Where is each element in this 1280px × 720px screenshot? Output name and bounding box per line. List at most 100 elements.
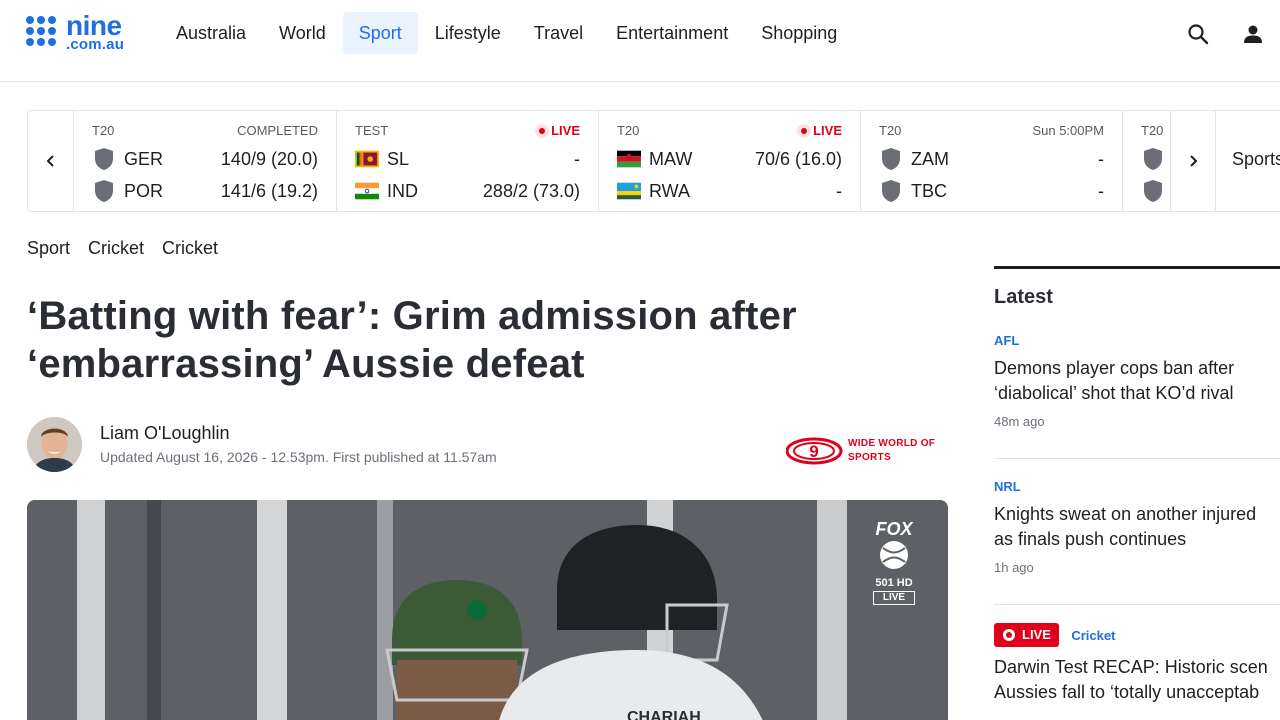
- team-score: 141/6 (19.2): [220, 181, 318, 201]
- wwos-logo[interactable]: 9 WIDE WORLD OF SPORTS: [785, 436, 946, 466]
- shield-icon: [879, 179, 903, 203]
- scores-prev-button[interactable]: [28, 111, 74, 211]
- match-status: Sun 5:00PM: [1032, 123, 1104, 138]
- team-row: ZAM: [879, 146, 949, 172]
- sidebar-divider: [994, 266, 1280, 269]
- team-name: SL: [387, 148, 410, 169]
- nav-shopping[interactable]: Shopping: [745, 12, 853, 54]
- team-name: GER: [124, 148, 164, 169]
- wwos-text: WIDE WORLD OF SPORTS: [848, 438, 936, 463]
- logo-domain: .com.au: [66, 36, 125, 53]
- story-category[interactable]: NRL: [994, 479, 1280, 494]
- team-row: POR: [92, 178, 163, 204]
- story-headline[interactable]: Knights sweat on another injured as fina…: [994, 502, 1280, 552]
- story-time: 48m ago: [994, 414, 1045, 429]
- story-category[interactable]: Cricket: [1071, 628, 1115, 643]
- flag-rwanda-icon: [617, 179, 641, 203]
- team-score: 140/9 (20.0): [220, 149, 318, 169]
- latest-story[interactable]: LIVE Cricket Darwin Test RECAP: Historic…: [994, 623, 1280, 705]
- story-meta: LIVE Cricket: [994, 623, 1280, 647]
- match-format: TEST: [355, 123, 389, 138]
- hero-image[interactable]: CHARIAH FOX 501 HD LIVE: [27, 500, 948, 720]
- search-icon[interactable]: [1186, 22, 1210, 46]
- chevron-left-icon: [46, 155, 54, 167]
- breadcrumb-cricket[interactable]: Cricket: [88, 238, 144, 259]
- match-card[interactable]: T20 Sun 5:00PM ZAM - TBC -: [861, 111, 1123, 211]
- story-headline[interactable]: Darwin Test RECAP: Historic scen Aussies…: [994, 655, 1280, 705]
- chevron-right-icon: [1190, 155, 1198, 167]
- main-nav: Australia World Sport Lifestyle Travel E…: [160, 12, 854, 54]
- team-score: -: [836, 181, 842, 201]
- story-headline-line: Knights sweat on another injured: [994, 504, 1257, 524]
- nav-sport[interactable]: Sport: [342, 12, 418, 54]
- headline-line: ‘Batting with fear’: Grim admission afte…: [27, 294, 797, 338]
- team-name: MAW: [649, 148, 693, 169]
- team-name: POR: [124, 180, 164, 201]
- flag-malawi-icon: [617, 147, 641, 171]
- match-format: T20: [879, 123, 902, 138]
- story-separator: [994, 604, 1280, 605]
- team-row: TBC: [879, 178, 947, 204]
- match-format: T20: [1141, 123, 1164, 138]
- team-score: -: [574, 149, 580, 169]
- nav-lifestyle[interactable]: Lifestyle: [419, 12, 517, 54]
- flag-india-icon: [355, 179, 379, 203]
- match-card[interactable]: T20: [1123, 111, 1170, 211]
- match-status: COMPLETED: [237, 123, 318, 138]
- team-row: SL: [355, 146, 409, 172]
- story-headline-line: Aussies fall to ‘totally unacceptab: [994, 682, 1260, 702]
- team-score: -: [1098, 149, 1104, 169]
- story-category[interactable]: AFL: [994, 333, 1280, 348]
- shield-icon: [92, 147, 116, 171]
- live-badge: LIVE: [994, 623, 1059, 647]
- shield-icon: [1141, 179, 1165, 203]
- story-headline[interactable]: Demons player cops ban after ‘diabolical…: [994, 356, 1280, 406]
- publish-timestamp: Updated August 16, 2026 - 12.53pm. First…: [100, 449, 497, 465]
- cricket-players-photo: CHARIAH: [27, 500, 948, 720]
- shield-icon: [879, 147, 903, 171]
- match-card[interactable]: T20 LIVE MAW 70/6 (16.0) RWA -: [599, 111, 861, 211]
- author-avatar[interactable]: [27, 417, 82, 472]
- flag-sri-lanka-icon: [355, 147, 379, 171]
- team-name: ZAM: [911, 148, 949, 169]
- live-watermark: LIVE: [873, 591, 915, 605]
- nine-logo[interactable]: nine .com.au: [26, 10, 146, 54]
- team-name: IND: [387, 180, 418, 201]
- shield-icon: [1141, 147, 1165, 171]
- story-headline-line: Darwin Test RECAP: Historic scen: [994, 657, 1268, 677]
- team-row: RWA: [617, 178, 690, 204]
- channel-number: 501 HD: [875, 577, 913, 589]
- nav-australia[interactable]: Australia: [160, 12, 262, 54]
- team-row: [1141, 146, 1173, 172]
- scores-strip: T20 COMPLETED GER 140/9 (20.0) POR 141/6…: [27, 110, 1280, 212]
- latest-story[interactable]: AFL Demons player cops ban after ‘diabol…: [994, 333, 1280, 429]
- site-header: nine .com.au Australia World Sport Lifes…: [0, 0, 1280, 82]
- team-row: MAW: [617, 146, 692, 172]
- author-name[interactable]: Liam O'Loughlin: [100, 423, 230, 444]
- breadcrumb-cricket-sub[interactable]: Cricket: [162, 238, 218, 259]
- match-format: T20: [92, 123, 115, 138]
- scores-next-button[interactable]: [1170, 111, 1216, 211]
- svg-text:9: 9: [809, 442, 818, 461]
- match-card[interactable]: TEST LIVE SL - IND 288/2 (73.0): [337, 111, 599, 211]
- team-row: [1141, 178, 1173, 204]
- live-status: LIVE: [535, 123, 580, 138]
- article-headline: ‘Batting with fear’: Grim admission afte…: [27, 292, 907, 388]
- nav-world[interactable]: World: [263, 12, 342, 54]
- story-headline-line: as finals push continues: [994, 529, 1187, 549]
- team-row: GER: [92, 146, 163, 172]
- sports-scores-link[interactable]: Sports: [1232, 149, 1280, 170]
- latest-story[interactable]: NRL Knights sweat on another injured as …: [994, 479, 1280, 575]
- logo-dots-icon: [26, 16, 66, 52]
- nav-travel[interactable]: Travel: [518, 12, 599, 54]
- fox-cricket-watermark: FOX 501 HD LIVE: [869, 520, 919, 605]
- svg-text:CHARIAH: CHARIAH: [627, 709, 701, 720]
- story-headline-line: Demons player cops ban after: [994, 358, 1235, 378]
- headline-line: ‘embarrassing’ Aussie defeat: [27, 342, 585, 386]
- team-score: 288/2 (73.0): [482, 181, 580, 201]
- user-icon[interactable]: [1241, 22, 1265, 46]
- nav-entertainment[interactable]: Entertainment: [600, 12, 744, 54]
- match-card[interactable]: T20 COMPLETED GER 140/9 (20.0) POR 141/6…: [74, 111, 337, 211]
- breadcrumb-sport[interactable]: Sport: [27, 238, 70, 259]
- team-score: -: [1098, 181, 1104, 201]
